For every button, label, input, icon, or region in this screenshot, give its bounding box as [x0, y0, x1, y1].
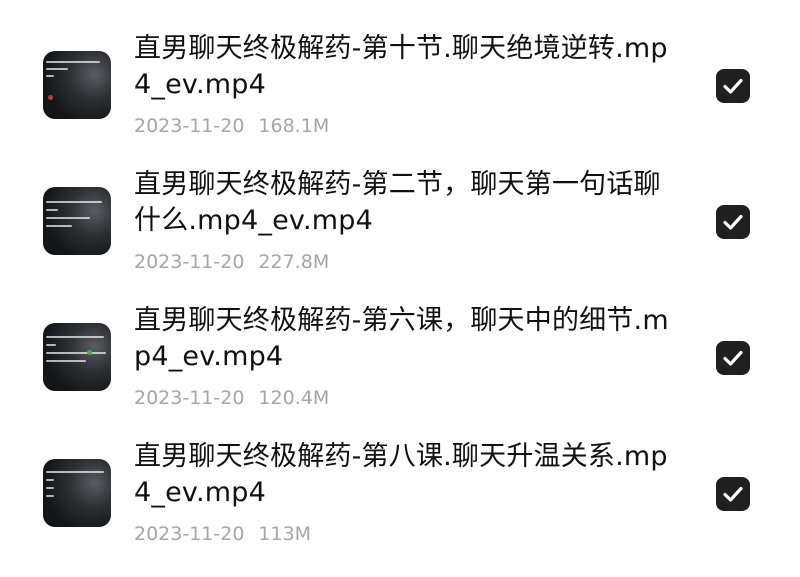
file-meta: 2023-11-20 120.4M	[134, 386, 329, 410]
file-meta: 2023-11-20 168.1M	[134, 114, 329, 138]
file-meta: 2023-11-20 113M	[134, 522, 311, 546]
checkbox-checked-icon[interactable]	[716, 477, 750, 511]
file-name: 直男聊天终极解药-第十节.聊天绝境逆转.mp4_ev.mp4	[134, 33, 668, 100]
file-meta: 2023-11-20 227.8M	[134, 250, 329, 274]
file-date: 2023-11-20	[134, 251, 245, 273]
checkbox-checked-icon[interactable]	[716, 341, 750, 375]
checkbox-checked-icon[interactable]	[716, 69, 750, 103]
video-thumbnail-icon	[43, 323, 111, 391]
file-name: 直男聊天终极解药-第二节，聊天第一句话聊什么.mp4_ev.mp4	[134, 169, 661, 236]
file-list-item[interactable]: 直男聊天终极解药-第六课，聊天中的细节.mp4_ev.mp4 2023-11-2…	[0, 272, 800, 410]
file-size: 227.8M	[258, 251, 330, 273]
file-size: 168.1M	[258, 115, 330, 137]
file-date: 2023-11-20	[134, 523, 245, 545]
file-list-item[interactable]: 直男聊天终极解药-第二节，聊天第一句话聊什么.mp4_ev.mp4 2023-1…	[0, 136, 800, 274]
video-thumbnail-icon	[43, 51, 111, 119]
file-size: 120.4M	[258, 387, 330, 409]
video-thumbnail-icon	[43, 459, 111, 527]
file-date: 2023-11-20	[134, 387, 245, 409]
file-list-item[interactable]: 直男聊天终极解药-第八课.聊天升温关系.mp4_ev.mp4 2023-11-2…	[0, 408, 800, 546]
file-size: 113M	[258, 523, 312, 545]
file-name: 直男聊天终极解药-第八课.聊天升温关系.mp4_ev.mp4	[134, 441, 668, 508]
file-list: 直男聊天终极解药-第十节.聊天绝境逆转.mp4_ev.mp4 2023-11-2…	[0, 0, 800, 577]
file-date: 2023-11-20	[134, 115, 245, 137]
file-name: 直男聊天终极解药-第六课，聊天中的细节.mp4_ev.mp4	[134, 305, 669, 372]
checkbox-checked-icon[interactable]	[716, 205, 750, 239]
file-list-item[interactable]: 直男聊天终极解药-第十节.聊天绝境逆转.mp4_ev.mp4 2023-11-2…	[0, 0, 800, 138]
video-thumbnail-icon	[43, 187, 111, 255]
